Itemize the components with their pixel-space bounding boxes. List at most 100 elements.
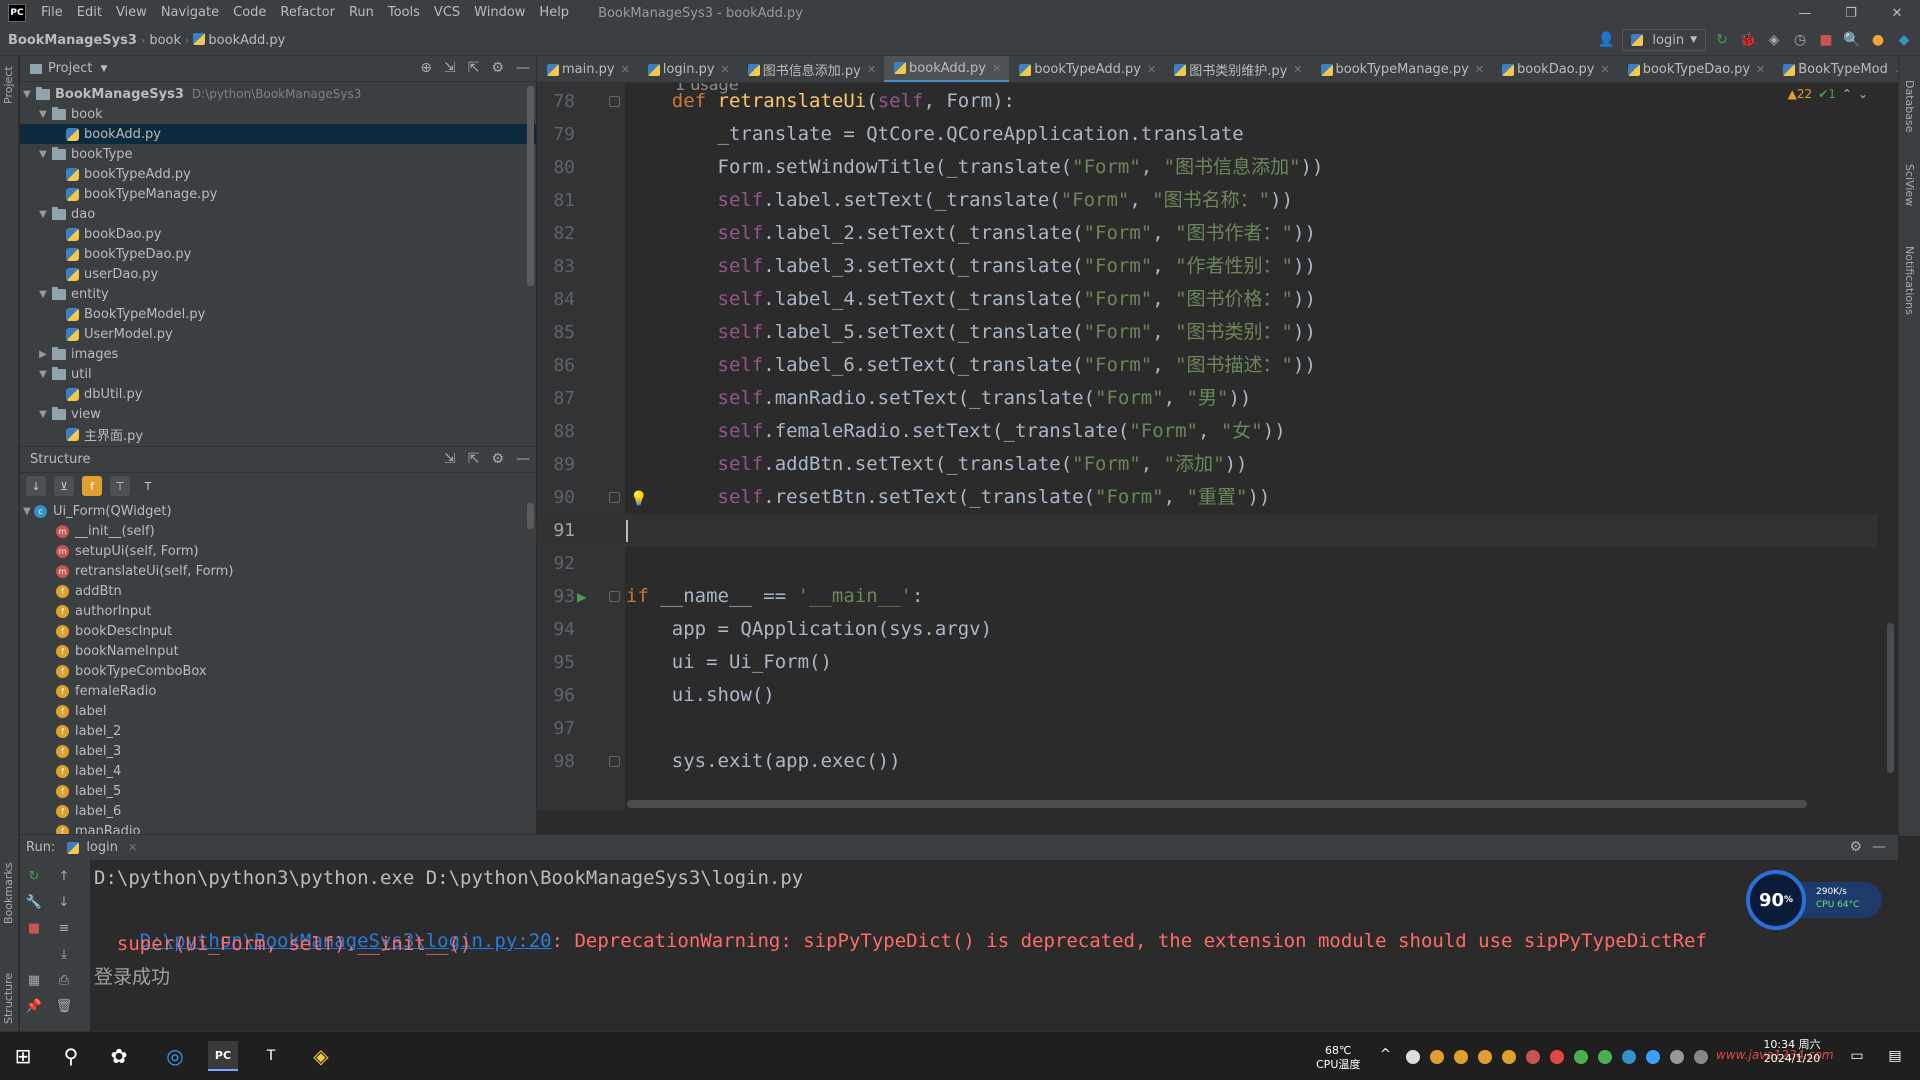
python-app-icon[interactable]: ◈ (306, 1041, 336, 1071)
filter-icon[interactable]: ⊤ (110, 476, 130, 496)
close-icon[interactable]: ✕ (1475, 63, 1484, 76)
chevron-down-icon[interactable]: ▼ (36, 409, 50, 420)
tray-overflow-icon[interactable]: ^ (1380, 1048, 1391, 1062)
pin-icon[interactable]: 📌 (24, 996, 44, 1016)
collapse-all-icon[interactable]: ⇱ (468, 60, 480, 76)
hide-icon[interactable]: — (1872, 839, 1886, 855)
tree-folder[interactable]: ▼ book (20, 104, 536, 124)
widgets-icon[interactable]: ✿ (104, 1041, 134, 1071)
scroll-up-icon[interactable]: ↑ (54, 866, 74, 886)
tree-file[interactable]: 主界面.py (20, 424, 536, 444)
structure-member[interactable]: f label_6 (20, 801, 536, 821)
run-console[interactable]: ↻ ↑ 🔧 ↓ ■ ≡ ⤓ ▦ ⎙ 📌 🗑 D:\python\python3\… (20, 860, 1898, 1031)
menu-help[interactable]: Help (532, 0, 576, 26)
coverage-icon[interactable]: ◈ (1764, 30, 1784, 50)
editor-vertical-scrollbar[interactable] (1887, 623, 1894, 773)
structure-member[interactable]: f addBtn (20, 581, 536, 601)
structure-member[interactable]: m retranslateUi(self, Form) (20, 561, 536, 581)
network-icon[interactable] (1646, 1050, 1660, 1064)
menu-refactor[interactable]: Refactor (273, 0, 342, 26)
wrench-icon[interactable]: 🔧 (24, 892, 44, 912)
tree-file[interactable]: bookAdd.py (20, 124, 536, 144)
app-tray-icon[interactable] (1550, 1050, 1564, 1064)
locate-icon[interactable]: ⊕ (420, 60, 432, 76)
editor-horizontal-scrollbar[interactable] (627, 800, 1807, 808)
expand-all-icon[interactable]: ⇲ (444, 60, 456, 76)
editor-tab[interactable]: bookTypeAdd.py ✕ (1009, 56, 1164, 82)
qq-icon[interactable] (1502, 1050, 1516, 1064)
tree-file[interactable]: dbUtil.py (20, 384, 536, 404)
tree-file[interactable]: bookTypeDao.py (20, 244, 536, 264)
layout-icon[interactable]: ▦ (24, 970, 44, 990)
breadcrumb-project[interactable]: BookManageSys3 (0, 33, 141, 48)
chevron-down-icon[interactable]: ▼ (36, 109, 50, 120)
typora-icon[interactable]: T (256, 1041, 286, 1071)
menu-code[interactable]: Code (226, 0, 273, 26)
editor-tab[interactable]: BookTypeMod ⌄ (1773, 56, 1898, 82)
menu-run[interactable]: Run (342, 0, 381, 26)
editor-tab[interactable]: bookDao.py ✕ (1492, 56, 1618, 82)
tree-file[interactable]: bookTypeAdd.py (20, 164, 536, 184)
editor-tab[interactable]: bookTypeManage.py ✕ (1311, 56, 1492, 82)
rerun-icon[interactable]: ↻ (1712, 30, 1732, 50)
run-gutter-icon[interactable]: ▶ (577, 580, 587, 613)
user-icon[interactable]: 👤 (1596, 30, 1616, 50)
editor-tab[interactable]: bookAdd.py ✕ (884, 56, 1010, 82)
chevron-down-icon[interactable]: ▼ (20, 89, 34, 100)
structure-member[interactable]: f label_4 (20, 761, 536, 781)
lightbulb-icon[interactable]: 💡 (630, 483, 647, 516)
bookmarks-stripe-button[interactable]: Bookmarks (2, 863, 15, 924)
fold-icon[interactable] (609, 96, 620, 107)
show-fields-icon[interactable]: f (82, 476, 102, 496)
mic-icon[interactable] (1406, 1050, 1420, 1064)
minimize-button[interactable]: — (1782, 0, 1828, 26)
tree-folder[interactable]: ▼ util (20, 364, 536, 384)
close-icon[interactable]: ✕ (1756, 63, 1765, 76)
close-icon[interactable]: ✕ (867, 63, 876, 76)
net-monitor-widget[interactable]: 290K/s CPU 64°C 90% (1746, 870, 1882, 930)
notifications-stripe-button[interactable]: Notifications (1903, 246, 1916, 315)
structure-member[interactable]: f label_3 (20, 741, 536, 761)
chevron-down-icon[interactable]: ▼ (36, 209, 50, 220)
project-panel-title[interactable]: Project (48, 61, 92, 76)
close-icon[interactable]: ✕ (992, 62, 1001, 75)
profile-icon[interactable]: ◷ (1790, 30, 1810, 50)
collapse-all-icon[interactable]: ⇱ (468, 451, 480, 467)
menu-tools[interactable]: Tools (381, 0, 427, 26)
chevron-down-icon[interactable]: ▼ (100, 64, 107, 74)
windows-start-icon[interactable]: ⊞ (8, 1041, 38, 1071)
structure-member[interactable]: f bookNameInput (20, 641, 536, 661)
scroll-to-end-icon[interactable]: ⤓ (54, 944, 74, 964)
chevron-right-icon[interactable]: ▶ (36, 349, 50, 360)
tree-folder[interactable]: ▼ view (20, 404, 536, 424)
gear-icon[interactable]: ⚙ (491, 60, 504, 76)
stop-icon[interactable]: ■ (24, 918, 44, 938)
project-scrollbar[interactable] (527, 86, 534, 286)
browser-icon[interactable]: ◎ (160, 1041, 190, 1071)
sort-alpha-icon[interactable]: ↓ (26, 476, 46, 496)
soft-wrap-icon[interactable]: ≡ (54, 918, 74, 938)
action-center-icon[interactable]: ▤ (1880, 1041, 1910, 1071)
close-icon[interactable]: ✕ (1147, 63, 1156, 76)
chevron-down-icon[interactable]: ▼ (36, 289, 50, 300)
pycharm-taskbar-icon[interactable]: PC (208, 1041, 238, 1071)
structure-scrollbar[interactable] (527, 503, 534, 529)
chevron-down-icon[interactable]: ▼ (20, 506, 34, 517)
structure-member[interactable]: f bookDescInput (20, 621, 536, 641)
chevron-down-icon[interactable]: ▼ (36, 369, 50, 380)
structure-member[interactable]: m setupUi(self, Form) (20, 541, 536, 561)
breadcrumb-folder[interactable]: book (145, 33, 185, 48)
structure-stripe-button[interactable]: Structure (2, 973, 15, 1024)
structure-member[interactable]: f bookTypeComboBox (20, 661, 536, 681)
tree-file[interactable]: UserModel.py (20, 324, 536, 344)
gear-icon[interactable]: ⚙ (1849, 839, 1862, 855)
sciview-stripe-button[interactable]: SciView (1903, 164, 1916, 206)
jetbrains-ai-icon[interactable]: ◆ (1894, 30, 1914, 50)
fold-icon[interactable] (609, 492, 620, 503)
tree-file[interactable]: userDao.py (20, 264, 536, 284)
editor-tab[interactable]: 图书类别维护.py ✕ (1164, 56, 1310, 82)
tree-file[interactable]: BookTypeModel.py (20, 304, 536, 324)
structure-member[interactable]: f label (20, 701, 536, 721)
close-window-button[interactable]: ✕ (1874, 0, 1920, 26)
editor-tab[interactable]: bookTypeDao.py ✕ (1618, 56, 1774, 82)
